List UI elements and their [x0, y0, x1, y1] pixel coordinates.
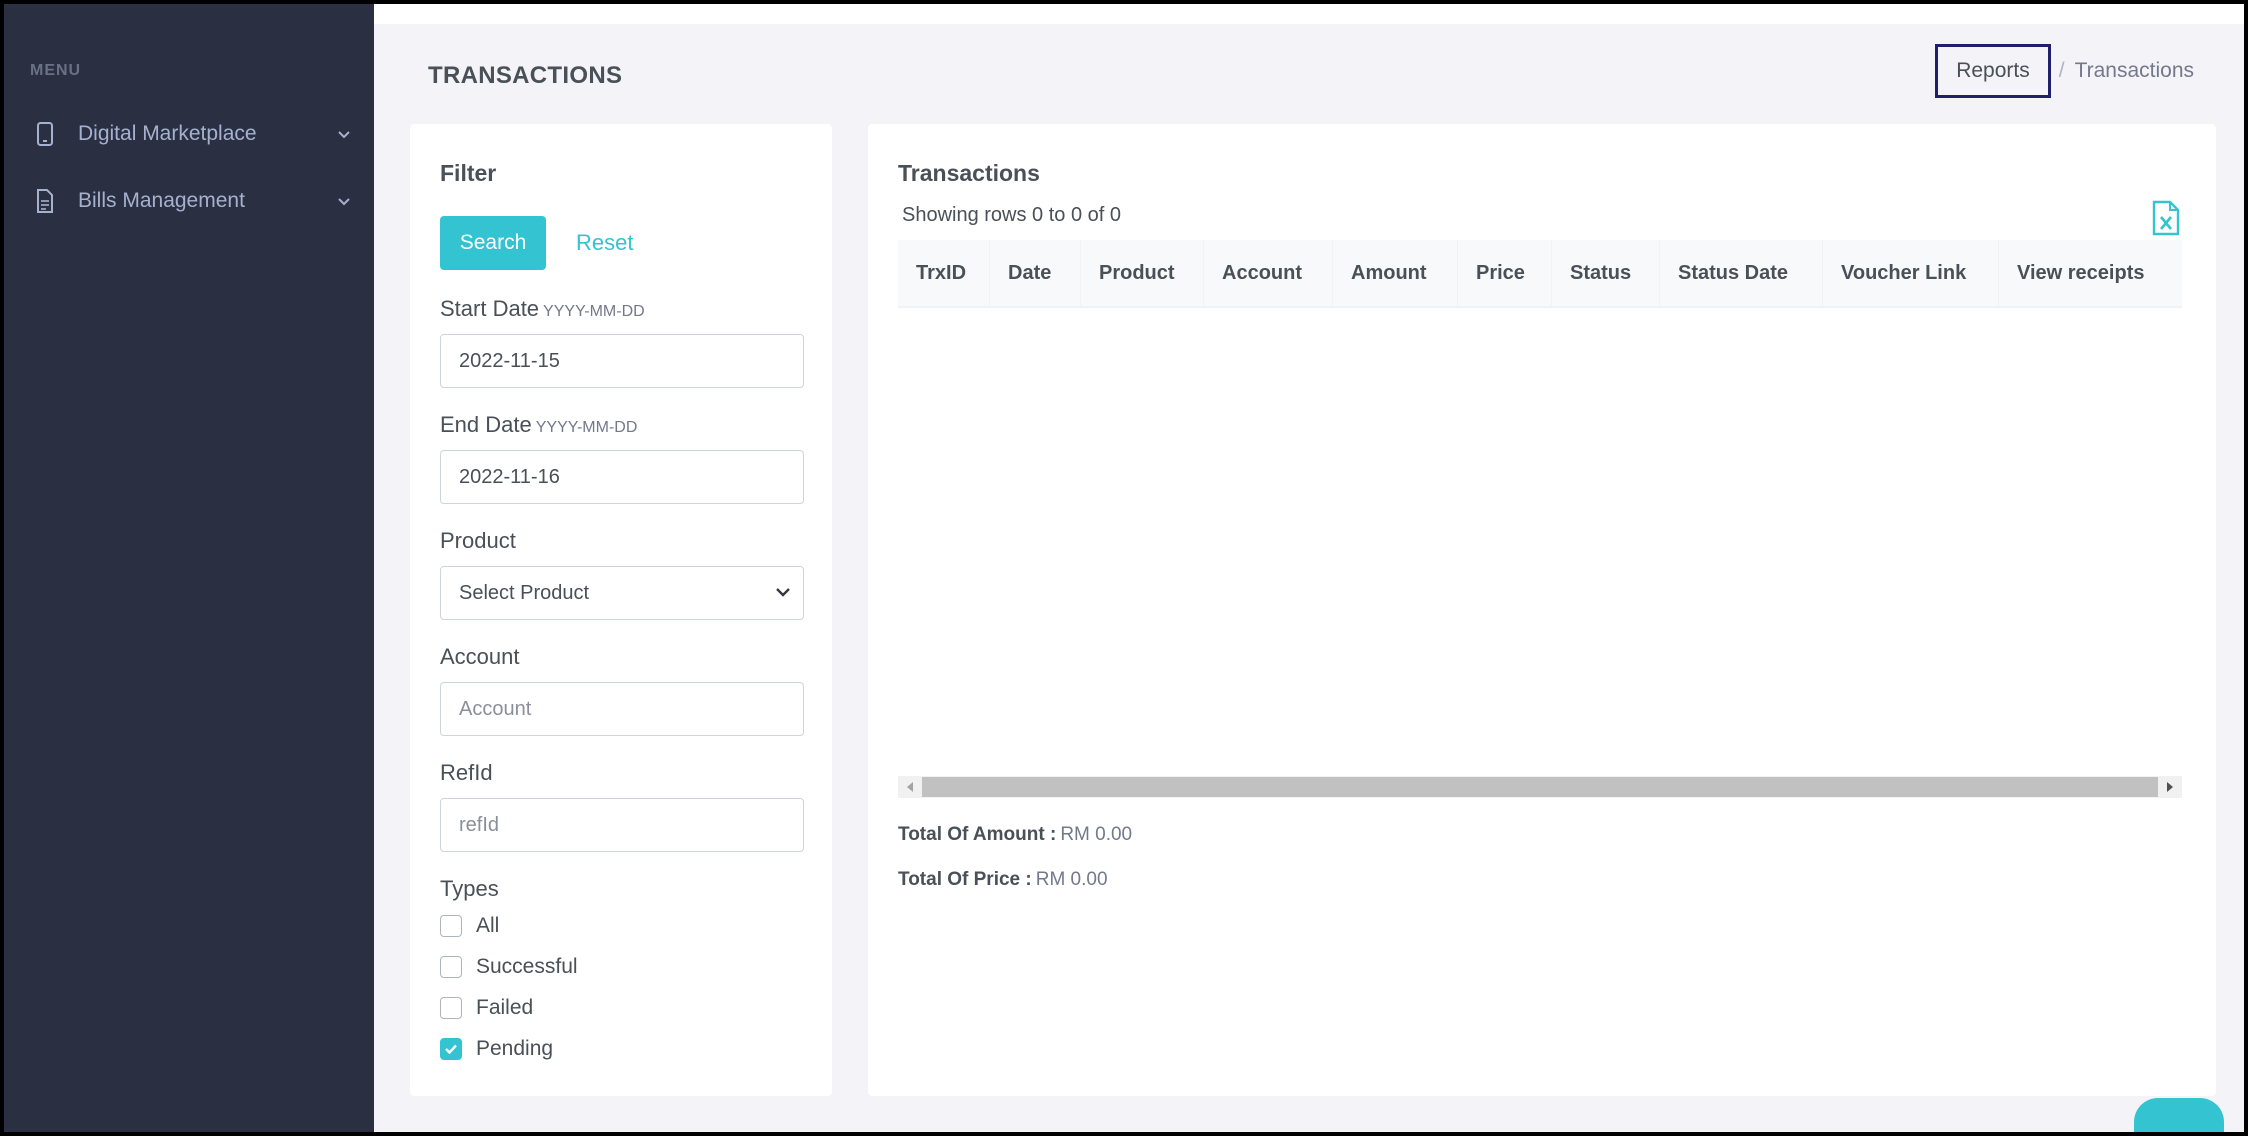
filter-card: Filter Search Reset Start Date YYYY-MM-DD…: [410, 124, 832, 1096]
total-amount-label: Total Of Amount :: [898, 824, 1057, 845]
end-date-label: End Date YYYY-MM-DD: [440, 412, 637, 438]
checkbox-checked[interactable]: [440, 1038, 462, 1060]
breadcrumb-reports-link[interactable]: Reports: [1935, 44, 2051, 98]
column-header-view-receipts[interactable]: View receipts: [1999, 240, 2182, 306]
breadcrumb: Reports / Transactions: [1935, 44, 2194, 98]
excel-export-icon[interactable]: [2152, 200, 2180, 236]
menu-title: MENU: [30, 62, 82, 79]
start-date-label-text: Start Date: [440, 296, 540, 321]
start-date-hint: YYYY-MM-DD: [543, 303, 645, 320]
account-input[interactable]: [440, 682, 804, 736]
scroll-right-arrow-icon[interactable]: [2158, 776, 2182, 798]
column-header-account[interactable]: Account: [1204, 240, 1333, 306]
end-date-input[interactable]: [440, 450, 804, 504]
app-frame: MENU Digital Marketplace Bills Managemen…: [4, 4, 2244, 1132]
column-header-trxid[interactable]: TrxID: [898, 240, 990, 306]
column-header-status-date[interactable]: Status Date: [1660, 240, 1823, 306]
transactions-title: Transactions: [898, 160, 1040, 186]
type-checkbox-all[interactable]: All: [440, 912, 499, 940]
chat-widget-button[interactable]: [2134, 1098, 2224, 1132]
top-header-strip: [374, 4, 2244, 24]
start-date-label: Start Date YYYY-MM-DD: [440, 296, 645, 322]
horizontal-scrollbar[interactable]: [898, 776, 2182, 798]
chevron-down-icon: [775, 584, 791, 602]
column-header-amount[interactable]: Amount: [1333, 240, 1458, 306]
refid-input[interactable]: [440, 798, 804, 852]
checkbox[interactable]: [440, 915, 462, 937]
column-header-status[interactable]: Status: [1552, 240, 1660, 306]
start-date-input[interactable]: [440, 334, 804, 388]
chevron-down-icon: [334, 124, 354, 144]
total-price: Total Of Price : RM 0.00: [898, 869, 1108, 891]
type-checkbox-failed[interactable]: Failed: [440, 994, 533, 1022]
breadcrumb-separator: /: [2058, 59, 2065, 82]
filter-title: Filter: [440, 160, 497, 186]
total-amount: Total Of Amount : RM 0.00: [898, 824, 1132, 846]
sidebar: MENU Digital Marketplace Bills Managemen…: [4, 4, 374, 1132]
rows-count-text: Showing rows 0 to 0 of 0: [902, 204, 1122, 226]
types-label: Types: [440, 876, 499, 901]
column-header-price[interactable]: Price: [1458, 240, 1552, 306]
checkbox[interactable]: [440, 956, 462, 978]
total-price-label: Total Of Price :: [898, 869, 1032, 890]
checkmark-icon: [445, 1044, 457, 1055]
scroll-left-arrow-icon[interactable]: [898, 776, 922, 798]
sidebar-item-bills-management[interactable]: Bills Management: [34, 179, 354, 223]
checkbox-label: Pending: [476, 1037, 554, 1060]
total-amount-value: RM 0.00: [1060, 824, 1133, 845]
reset-button[interactable]: Reset: [560, 216, 649, 270]
column-header-voucher-link[interactable]: Voucher Link: [1823, 240, 1999, 306]
scrollbar-thumb[interactable]: [922, 777, 2158, 797]
sidebar-item-digital-marketplace[interactable]: Digital Marketplace: [34, 112, 354, 156]
end-date-label-text: End Date: [440, 412, 532, 437]
document-icon: [34, 188, 56, 214]
end-date-hint: YYYY-MM-DD: [535, 419, 638, 436]
checkbox-label: All: [476, 914, 500, 937]
product-select[interactable]: Select Product: [440, 566, 804, 620]
page-title: TRANSACTIONS: [428, 62, 623, 89]
type-checkbox-pending[interactable]: Pending: [440, 1035, 553, 1063]
table-header: TrxID Date Product Account Amount Price …: [898, 240, 2182, 308]
account-label: Account: [440, 644, 520, 669]
refid-label: RefId: [440, 760, 493, 785]
type-checkbox-successful[interactable]: Successful: [440, 953, 578, 981]
product-select-value: Select Product: [459, 581, 590, 604]
sidebar-item-label: Bills Management: [78, 189, 245, 212]
transactions-card: Transactions Showing rows 0 to 0 of 0 Tr…: [868, 124, 2216, 1096]
checkbox-label: Failed: [476, 996, 534, 1019]
sidebar-item-label: Digital Marketplace: [78, 122, 257, 145]
column-header-date[interactable]: Date: [990, 240, 1081, 306]
mobile-phone-icon: [34, 121, 56, 147]
search-button[interactable]: Search: [440, 216, 546, 270]
checkbox[interactable]: [440, 997, 462, 1019]
total-price-value: RM 0.00: [1035, 869, 1108, 890]
checkbox-label: Successful: [476, 955, 578, 978]
chevron-down-icon: [334, 191, 354, 211]
column-header-product[interactable]: Product: [1081, 240, 1204, 306]
product-label: Product: [440, 528, 516, 553]
breadcrumb-current: Transactions: [2074, 59, 2194, 82]
